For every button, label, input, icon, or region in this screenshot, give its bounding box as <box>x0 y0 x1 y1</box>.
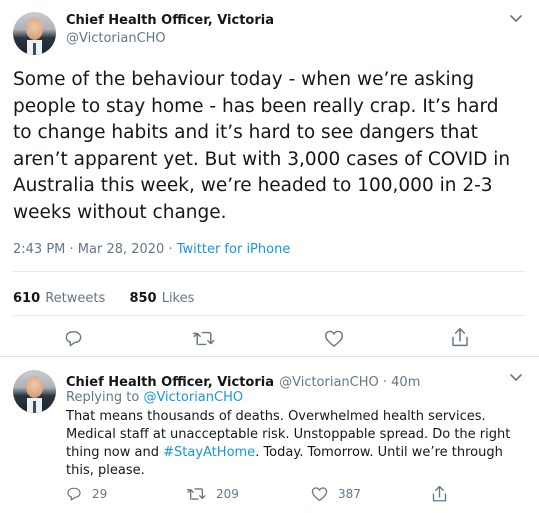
like-count: 387 <box>338 487 361 501</box>
divider <box>0 356 539 357</box>
retweet-icon <box>187 486 206 502</box>
like-button[interactable] <box>324 329 344 348</box>
likes-count: 850 <box>129 291 157 306</box>
retweet-count: 209 <box>216 487 239 501</box>
tweet-source-link[interactable]: Twitter for iPhone <box>177 242 291 257</box>
avatar[interactable] <box>13 12 56 55</box>
reply-author-name[interactable]: Chief Health Officer, Victoria <box>66 375 274 390</box>
hashtag-link[interactable]: #StayAtHome <box>163 445 255 460</box>
reply-header: Chief Health Officer, Victoria @Victoria… <box>66 371 420 390</box>
reply-avatar[interactable] <box>13 370 56 413</box>
replying-to: Replying to @VictorianCHO <box>66 390 243 405</box>
reply-retweet-button[interactable]: 209 <box>187 486 239 502</box>
replying-to-handle[interactable]: @VictorianCHO <box>143 390 243 405</box>
meta-separator: · <box>164 242 177 257</box>
tweet-timestamp[interactable]: 2:43 PM · Mar 28, 2020 <box>13 242 164 257</box>
tweet-text: Some of the behaviour today - when we’re… <box>13 69 511 223</box>
share-button[interactable] <box>451 327 469 348</box>
tweet-meta: 2:43 PM · Mar 28, 2020 · Twitter for iPh… <box>13 242 290 257</box>
share-icon <box>432 485 447 503</box>
like-icon <box>324 329 344 348</box>
retweet-icon <box>193 329 215 348</box>
reply-count: 29 <box>92 487 108 501</box>
author-handle[interactable]: @VictorianCHO <box>66 31 166 46</box>
tweet-stats: 610 Retweets 850 Likes <box>13 287 194 306</box>
share-icon <box>451 327 469 348</box>
reply-share-button[interactable] <box>432 485 447 503</box>
reply-time[interactable]: · 40m <box>379 375 420 390</box>
retweets-count: 610 <box>13 291 41 306</box>
reply-icon <box>66 486 82 502</box>
reply-author-handle[interactable]: @VictorianCHO <box>279 375 379 390</box>
reply-like-button[interactable]: 387 <box>311 486 361 502</box>
reply-reply-button[interactable]: 29 <box>66 486 107 502</box>
divider <box>13 271 526 272</box>
replying-prefix: Replying to <box>66 390 144 405</box>
divider <box>13 315 526 316</box>
author-name[interactable]: Chief Health Officer, Victoria <box>66 13 274 28</box>
retweets-stat[interactable]: 610 Retweets <box>13 287 105 306</box>
retweets-label: Retweets <box>45 291 106 306</box>
reply-text: That means thousands of deaths. Overwhel… <box>66 408 518 480</box>
reply-icon <box>64 329 83 348</box>
chevron-down-icon[interactable] <box>509 370 523 384</box>
like-icon <box>311 486 328 502</box>
chevron-down-icon[interactable] <box>509 11 523 25</box>
likes-stat[interactable]: 850 Likes <box>129 287 194 306</box>
reply-button[interactable] <box>64 329 83 348</box>
retweet-button[interactable] <box>193 329 215 348</box>
likes-label: Likes <box>161 291 195 306</box>
